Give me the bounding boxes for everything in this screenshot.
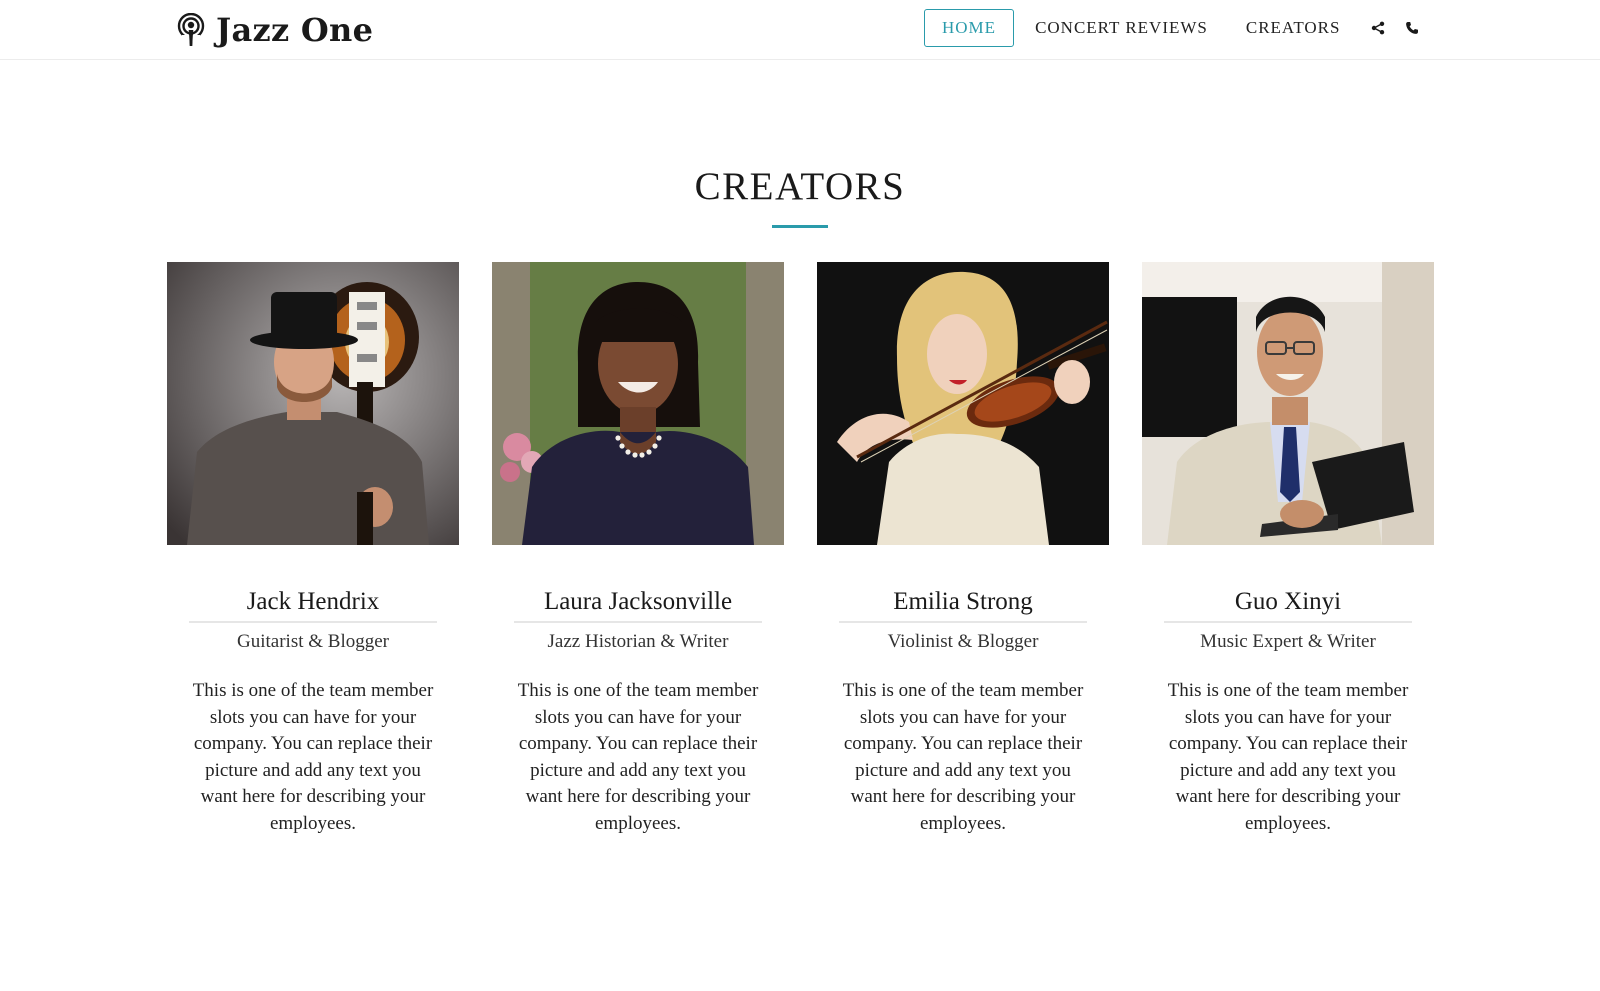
phone-icon[interactable] bbox=[1395, 9, 1429, 47]
nav-item-concert-reviews[interactable]: CONCERT REVIEWS bbox=[1018, 9, 1225, 47]
creator-card: Jack Hendrix Guitarist & Blogger This is… bbox=[167, 262, 459, 837]
creator-bio: This is one of the team member slots you… bbox=[842, 680, 1084, 834]
creator-photo bbox=[167, 262, 459, 545]
main-nav: HOME CONCERT REVIEWS CREATORS bbox=[924, 9, 1429, 47]
brand-name: Jazz One bbox=[216, 11, 374, 49]
creator-bio: This is one of the team member slots you… bbox=[1167, 680, 1409, 834]
creator-card: Emilia Strong Violinist & Blogger This i… bbox=[817, 262, 1109, 837]
creator-role: Guitarist & Blogger bbox=[237, 631, 389, 652]
creator-role: Jazz Historian & Writer bbox=[547, 631, 729, 652]
section-title: CREATORS bbox=[694, 165, 906, 208]
brand-logo[interactable]: Jazz One bbox=[176, 8, 373, 52]
name-divider bbox=[189, 621, 437, 623]
creator-bio: This is one of the team member slots you… bbox=[192, 680, 434, 834]
podcast-icon bbox=[176, 13, 206, 47]
site-header: Jazz One HOME CONCERT REVIEWS CREATORS bbox=[0, 0, 1600, 60]
name-divider bbox=[839, 621, 1087, 623]
share-icon[interactable] bbox=[1361, 9, 1395, 47]
creator-card: Guo Xinyi Music Expert & Writer This is … bbox=[1142, 262, 1434, 837]
creator-role: Music Expert & Writer bbox=[1200, 631, 1376, 652]
name-divider bbox=[514, 621, 762, 623]
creator-photo bbox=[1142, 262, 1434, 545]
creator-photo bbox=[492, 262, 784, 545]
nav-item-home[interactable]: HOME bbox=[924, 9, 1015, 47]
creator-name: Jack Hendrix bbox=[246, 588, 380, 615]
creator-photo bbox=[817, 262, 1109, 545]
creator-name: Emilia Strong bbox=[893, 588, 1033, 615]
creator-name: Laura Jacksonville bbox=[543, 588, 733, 615]
creators-grid: Jack Hendrix Guitarist & Blogger This is… bbox=[167, 262, 1435, 837]
title-underline bbox=[772, 225, 828, 228]
creator-name: Guo Xinyi bbox=[1234, 588, 1342, 615]
creator-card: Laura Jacksonville Jazz Historian & Writ… bbox=[492, 262, 784, 837]
creator-role: Violinist & Blogger bbox=[887, 631, 1039, 652]
name-divider bbox=[1164, 621, 1412, 623]
nav-item-creators[interactable]: CREATORS bbox=[1229, 9, 1358, 47]
creator-bio: This is one of the team member slots you… bbox=[517, 680, 759, 834]
